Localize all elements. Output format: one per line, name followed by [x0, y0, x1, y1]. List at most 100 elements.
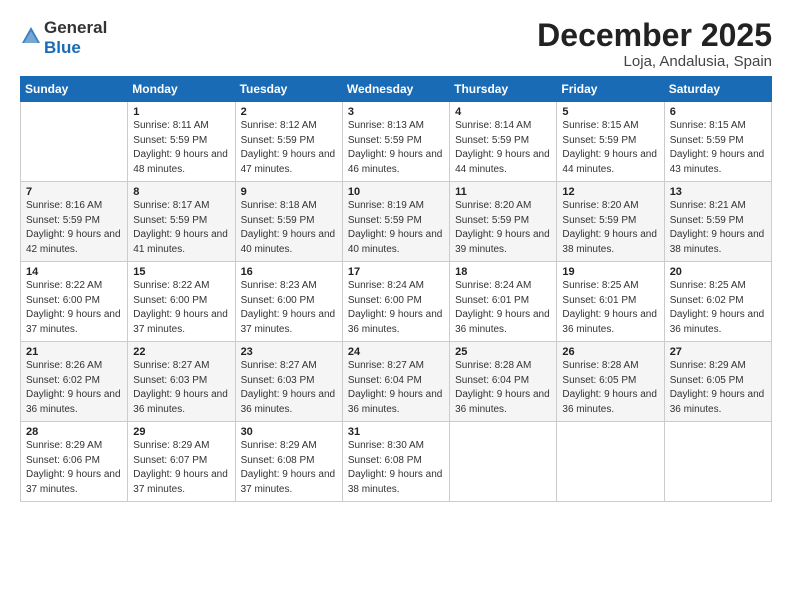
day-info: Sunrise: 8:29 AMSunset: 6:05 PMDaylight:…	[670, 359, 767, 417]
day-cell: 22Sunrise: 8:27 AMSunset: 6:03 PMDayligh…	[128, 342, 235, 422]
day-cell: 16Sunrise: 8:23 AMSunset: 6:00 PMDayligh…	[235, 262, 342, 342]
day-cell: 9Sunrise: 8:18 AMSunset: 5:59 PMDaylight…	[235, 182, 342, 262]
day-number: 17	[348, 266, 445, 278]
day-cell: 19Sunrise: 8:25 AMSunset: 6:01 PMDayligh…	[557, 262, 664, 342]
day-info: Sunrise: 8:17 AMSunset: 5:59 PMDaylight:…	[133, 199, 230, 257]
week-row-3: 21Sunrise: 8:26 AMSunset: 6:02 PMDayligh…	[21, 342, 772, 422]
day-info: Sunrise: 8:11 AMSunset: 5:59 PMDaylight:…	[133, 119, 230, 177]
day-info: Sunrise: 8:13 AMSunset: 5:59 PMDaylight:…	[348, 119, 445, 177]
day-cell: 30Sunrise: 8:29 AMSunset: 6:08 PMDayligh…	[235, 422, 342, 502]
day-info: Sunrise: 8:19 AMSunset: 5:59 PMDaylight:…	[348, 199, 445, 257]
day-cell	[557, 422, 664, 502]
weekday-header-row: SundayMondayTuesdayWednesdayThursdayFrid…	[21, 77, 772, 102]
location-title: Loja, Andalusia, Spain	[537, 53, 772, 70]
day-info: Sunrise: 8:25 AMSunset: 6:02 PMDaylight:…	[670, 279, 767, 337]
calendar-table: SundayMondayTuesdayWednesdayThursdayFrid…	[20, 76, 772, 502]
day-cell: 10Sunrise: 8:19 AMSunset: 5:59 PMDayligh…	[342, 182, 449, 262]
day-number: 30	[241, 426, 338, 438]
day-cell	[450, 422, 557, 502]
weekday-header-saturday: Saturday	[664, 77, 771, 102]
day-number: 19	[562, 266, 659, 278]
day-number: 29	[133, 426, 230, 438]
day-number: 7	[26, 186, 123, 198]
logo-general: General	[44, 18, 107, 37]
day-info: Sunrise: 8:28 AMSunset: 6:04 PMDaylight:…	[455, 359, 552, 417]
day-info: Sunrise: 8:29 AMSunset: 6:07 PMDaylight:…	[133, 439, 230, 497]
day-info: Sunrise: 8:15 AMSunset: 5:59 PMDaylight:…	[562, 119, 659, 177]
day-info: Sunrise: 8:22 AMSunset: 6:00 PMDaylight:…	[26, 279, 123, 337]
day-info: Sunrise: 8:26 AMSunset: 6:02 PMDaylight:…	[26, 359, 123, 417]
day-number: 27	[670, 346, 767, 358]
day-number: 8	[133, 186, 230, 198]
day-cell: 3Sunrise: 8:13 AMSunset: 5:59 PMDaylight…	[342, 102, 449, 182]
day-info: Sunrise: 8:15 AMSunset: 5:59 PMDaylight:…	[670, 119, 767, 177]
day-number: 18	[455, 266, 552, 278]
day-cell: 21Sunrise: 8:26 AMSunset: 6:02 PMDayligh…	[21, 342, 128, 422]
day-cell: 25Sunrise: 8:28 AMSunset: 6:04 PMDayligh…	[450, 342, 557, 422]
day-info: Sunrise: 8:29 AMSunset: 6:08 PMDaylight:…	[241, 439, 338, 497]
day-info: Sunrise: 8:22 AMSunset: 6:00 PMDaylight:…	[133, 279, 230, 337]
day-info: Sunrise: 8:20 AMSunset: 5:59 PMDaylight:…	[455, 199, 552, 257]
day-cell: 31Sunrise: 8:30 AMSunset: 6:08 PMDayligh…	[342, 422, 449, 502]
day-cell: 6Sunrise: 8:15 AMSunset: 5:59 PMDaylight…	[664, 102, 771, 182]
day-number: 28	[26, 426, 123, 438]
day-cell	[21, 102, 128, 182]
header: General Blue December 2025 Loja, Andalus…	[20, 18, 772, 70]
logo-blue: Blue	[44, 38, 81, 57]
day-number: 22	[133, 346, 230, 358]
day-number: 3	[348, 106, 445, 118]
day-number: 24	[348, 346, 445, 358]
week-row-0: 1Sunrise: 8:11 AMSunset: 5:59 PMDaylight…	[21, 102, 772, 182]
weekday-header-tuesday: Tuesday	[235, 77, 342, 102]
day-cell: 18Sunrise: 8:24 AMSunset: 6:01 PMDayligh…	[450, 262, 557, 342]
day-info: Sunrise: 8:20 AMSunset: 5:59 PMDaylight:…	[562, 199, 659, 257]
day-info: Sunrise: 8:25 AMSunset: 6:01 PMDaylight:…	[562, 279, 659, 337]
day-cell: 20Sunrise: 8:25 AMSunset: 6:02 PMDayligh…	[664, 262, 771, 342]
logo: General Blue	[20, 18, 107, 58]
day-info: Sunrise: 8:14 AMSunset: 5:59 PMDaylight:…	[455, 119, 552, 177]
day-number: 12	[562, 186, 659, 198]
day-cell: 5Sunrise: 8:15 AMSunset: 5:59 PMDaylight…	[557, 102, 664, 182]
weekday-header-monday: Monday	[128, 77, 235, 102]
weekday-header-thursday: Thursday	[450, 77, 557, 102]
day-number: 25	[455, 346, 552, 358]
day-number: 1	[133, 106, 230, 118]
day-cell: 15Sunrise: 8:22 AMSunset: 6:00 PMDayligh…	[128, 262, 235, 342]
calendar-container: General Blue December 2025 Loja, Andalus…	[0, 0, 792, 512]
day-info: Sunrise: 8:30 AMSunset: 6:08 PMDaylight:…	[348, 439, 445, 497]
weekday-header-friday: Friday	[557, 77, 664, 102]
day-info: Sunrise: 8:16 AMSunset: 5:59 PMDaylight:…	[26, 199, 123, 257]
weekday-header-sunday: Sunday	[21, 77, 128, 102]
day-cell: 17Sunrise: 8:24 AMSunset: 6:00 PMDayligh…	[342, 262, 449, 342]
day-info: Sunrise: 8:27 AMSunset: 6:04 PMDaylight:…	[348, 359, 445, 417]
week-row-2: 14Sunrise: 8:22 AMSunset: 6:00 PMDayligh…	[21, 262, 772, 342]
title-block: December 2025 Loja, Andalusia, Spain	[537, 18, 772, 70]
day-number: 20	[670, 266, 767, 278]
week-row-1: 7Sunrise: 8:16 AMSunset: 5:59 PMDaylight…	[21, 182, 772, 262]
day-number: 21	[26, 346, 123, 358]
day-cell: 1Sunrise: 8:11 AMSunset: 5:59 PMDaylight…	[128, 102, 235, 182]
day-info: Sunrise: 8:29 AMSunset: 6:06 PMDaylight:…	[26, 439, 123, 497]
day-number: 4	[455, 106, 552, 118]
day-number: 9	[241, 186, 338, 198]
day-number: 15	[133, 266, 230, 278]
day-info: Sunrise: 8:24 AMSunset: 6:00 PMDaylight:…	[348, 279, 445, 337]
day-number: 13	[670, 186, 767, 198]
day-cell: 26Sunrise: 8:28 AMSunset: 6:05 PMDayligh…	[557, 342, 664, 422]
day-cell: 24Sunrise: 8:27 AMSunset: 6:04 PMDayligh…	[342, 342, 449, 422]
day-cell: 11Sunrise: 8:20 AMSunset: 5:59 PMDayligh…	[450, 182, 557, 262]
day-info: Sunrise: 8:21 AMSunset: 5:59 PMDaylight:…	[670, 199, 767, 257]
day-number: 26	[562, 346, 659, 358]
calendar-body: 1Sunrise: 8:11 AMSunset: 5:59 PMDaylight…	[21, 102, 772, 502]
day-cell: 13Sunrise: 8:21 AMSunset: 5:59 PMDayligh…	[664, 182, 771, 262]
day-info: Sunrise: 8:12 AMSunset: 5:59 PMDaylight:…	[241, 119, 338, 177]
day-number: 14	[26, 266, 123, 278]
day-cell: 28Sunrise: 8:29 AMSunset: 6:06 PMDayligh…	[21, 422, 128, 502]
day-number: 23	[241, 346, 338, 358]
day-number: 2	[241, 106, 338, 118]
day-cell: 4Sunrise: 8:14 AMSunset: 5:59 PMDaylight…	[450, 102, 557, 182]
day-cell: 14Sunrise: 8:22 AMSunset: 6:00 PMDayligh…	[21, 262, 128, 342]
day-cell: 2Sunrise: 8:12 AMSunset: 5:59 PMDaylight…	[235, 102, 342, 182]
logo-text: General Blue	[44, 18, 107, 58]
day-cell: 7Sunrise: 8:16 AMSunset: 5:59 PMDaylight…	[21, 182, 128, 262]
